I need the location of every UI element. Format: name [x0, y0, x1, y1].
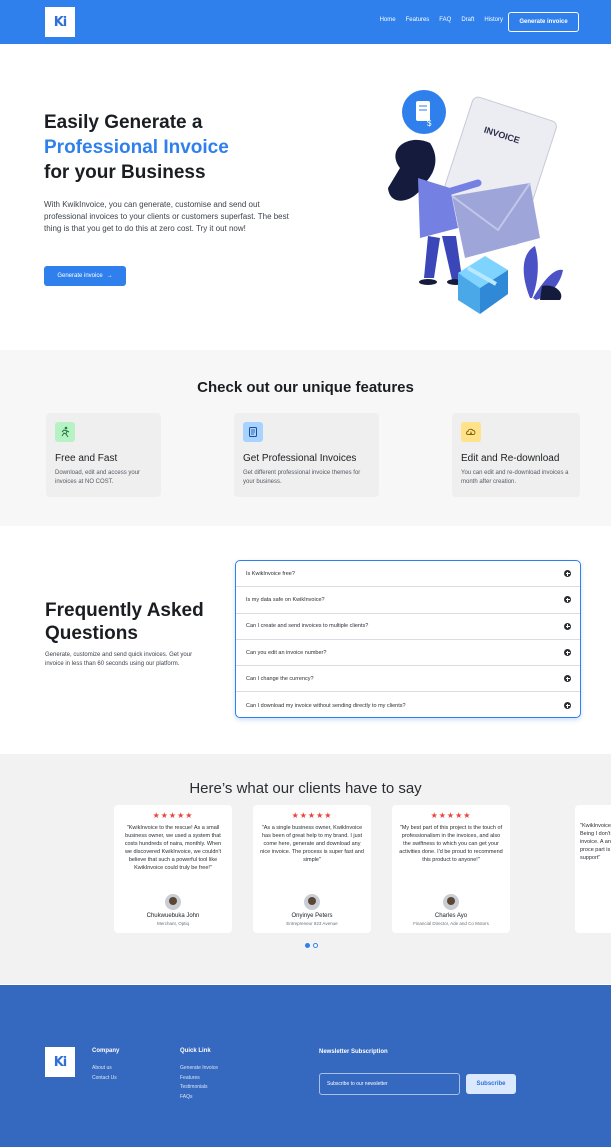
star-rating-icon: ★★★★★	[430, 811, 472, 820]
hero-generate-invoice-button[interactable]: Generate invoice →	[44, 266, 126, 286]
faq-item[interactable]: Can I download my invoice without sendin…	[236, 692, 580, 717]
testimonial-role: Merchant, Optiq	[156, 921, 189, 926]
nav-links: Home Features FAQ Draft History	[380, 17, 503, 23]
testimonial-name: Charles Ayo	[434, 913, 468, 919]
running-person-icon	[55, 422, 75, 442]
footer-link-faqs[interactable]: FAQs	[180, 1094, 218, 1100]
faq-question: Can I change the currency?	[246, 675, 314, 682]
plus-circle-icon[interactable]	[564, 622, 571, 630]
testimonial-role: Entrepreneur 823 Avenue	[286, 921, 338, 926]
features-title: Check out our unique features	[197, 379, 414, 396]
faq-accordion: Is KwikInvoice free? Is my data safe on …	[235, 560, 581, 718]
star-rating-icon: ★★★★★	[152, 811, 194, 820]
nav-link-faq[interactable]: FAQ	[439, 17, 451, 23]
footer-link-testimonials[interactable]: Testimonials	[180, 1084, 218, 1090]
document-icon	[243, 422, 263, 442]
newsletter-email-input[interactable]: Subscribe to our newsletter	[319, 1073, 460, 1095]
carousel-dot-active[interactable]	[305, 943, 310, 948]
feature-card-free-fast: Free and Fast Download, edit and access …	[46, 413, 161, 497]
footer-link-contact[interactable]: Contact Us	[92, 1075, 117, 1081]
hero-description: With KwikInvoice, you can generate, cust…	[44, 200, 289, 233]
avatar	[443, 894, 459, 910]
footer-quick-links: Generate Invoice Features Testimonials F…	[180, 1065, 218, 1100]
hero-title-highlight: Professional Invoice	[44, 137, 229, 158]
footer-logo[interactable]: Ki	[45, 1047, 75, 1077]
logo-text: Ki	[53, 1054, 67, 1070]
feature-card-professional: Get Professional Invoices Get different …	[234, 413, 379, 497]
footer-company-title: Company	[92, 1048, 120, 1054]
plus-circle-icon[interactable]	[564, 675, 571, 683]
invoice-dollar-icon	[416, 101, 430, 121]
nav-generate-invoice-button[interactable]: Generate invoice	[508, 12, 579, 32]
testimonial-name: Chukwuebuka John	[146, 913, 200, 919]
testimonials-section: Here’s what our clients have to say ★★★★…	[0, 754, 611, 984]
carousel-dot[interactable]	[313, 943, 318, 948]
arrow-right-icon: →	[106, 273, 113, 279]
footer-link-about[interactable]: About us	[92, 1065, 117, 1071]
testimonial-quote: "KwikInvoice to the rescue! As a small b…	[124, 825, 222, 871]
feature-description: Get different professional invoice theme…	[243, 470, 361, 485]
footer-quick-title: Quick Link	[180, 1048, 211, 1054]
plus-circle-icon[interactable]	[564, 570, 571, 578]
hero-title-line3: for your Business	[44, 162, 206, 183]
faq-description: Generate, customize and send quick invoi…	[45, 652, 193, 667]
faq-question: Can you edit an invoice number?	[246, 649, 327, 656]
plus-circle-icon[interactable]	[564, 596, 571, 604]
testimonial-quote: "My best part of this project is the tou…	[399, 825, 503, 863]
faq-item[interactable]: Is my data safe on KwikInvoice?	[236, 587, 580, 614]
testimonial-name: Onyinye Peters	[291, 913, 333, 919]
svg-text:$: $	[427, 119, 432, 128]
testimonial-card: ★★★★★ "KwikInvoice to the rescue! As a s…	[114, 805, 232, 933]
star-rating-icon: ★★★★★	[291, 811, 333, 820]
hero-cta-label: Generate invoice	[57, 273, 103, 279]
footer-link-generate[interactable]: Generate Invoice	[180, 1065, 218, 1071]
testimonials-title: Here’s what our clients have to say	[189, 780, 422, 797]
faq-question: Is KwikInvoice free?	[246, 570, 295, 577]
newsletter-title: Newsletter Subscription	[319, 1049, 388, 1055]
faq-question: Is my data safe on KwikInvoice?	[246, 596, 325, 603]
faq-question: Can I download my invoice without sendin…	[246, 702, 406, 709]
footer-link-features[interactable]: Features	[180, 1075, 218, 1081]
nav-link-features[interactable]: Features	[406, 17, 430, 23]
hero-illustration: INVOICE $	[388, 90, 563, 314]
subscribe-button[interactable]: Subscribe	[466, 1074, 516, 1094]
feature-title: Get Professional Invoices	[243, 453, 357, 464]
features-section: Check out our unique features Free and F…	[0, 350, 611, 526]
logo-text: Ki	[53, 14, 67, 30]
feature-card-edit-redownload: Edit and Re-download You can edit and re…	[452, 413, 580, 497]
faq-title: Frequently Asked Questions	[45, 600, 204, 644]
plus-circle-icon[interactable]	[564, 702, 571, 710]
faq-item[interactable]: Is KwikInvoice free?	[236, 561, 580, 588]
kwikinvoice-logo[interactable]: Ki	[45, 7, 75, 37]
faq-item[interactable]: Can I create and send invoices to multip…	[236, 614, 580, 640]
faq-item[interactable]: Can you edit an invoice number?	[236, 640, 580, 667]
footer: Ki Company About us Contact Us Quick Lin…	[0, 985, 611, 1147]
avatar	[165, 894, 181, 910]
avatar	[304, 894, 320, 910]
feature-title: Free and Fast	[55, 453, 118, 464]
feature-description: Download, edit and access your invoices …	[55, 470, 141, 485]
testimonial-role: Financial Director, Ade and Co Motors	[413, 921, 489, 926]
testimonial-card: ★★★★★ "As a single business owner, KwikI…	[253, 805, 371, 933]
hero-title-line1: Easily Generate a	[44, 112, 203, 133]
faq-question: Can I create and send invoices to multip…	[246, 623, 369, 630]
testimonial-card-partial: "KwikInvoice Being I don't h invoice. A …	[575, 805, 611, 933]
top-navbar: Ki Home Features FAQ Draft History Gener…	[0, 0, 611, 44]
nav-link-draft[interactable]: Draft	[461, 17, 474, 23]
testimonial-card: ★★★★★ "My best part of this project is t…	[392, 805, 510, 933]
testimonial-quote: "As a single business owner, KwikInvoice…	[260, 825, 364, 863]
hero-title: Easily Generate a Professional Invoice f…	[44, 110, 229, 185]
plus-circle-icon[interactable]	[564, 649, 571, 657]
nav-link-history[interactable]: History	[484, 17, 503, 23]
cloud-download-icon	[461, 422, 481, 442]
nav-link-home[interactable]: Home	[380, 17, 396, 23]
carousel-pagination	[305, 943, 318, 948]
feature-description: You can edit and re-download invoices a …	[461, 470, 569, 485]
testimonial-quote: "KwikInvoice Being I don't h invoice. A …	[580, 823, 611, 861]
feature-title: Edit and Re-download	[461, 453, 560, 464]
faq-item[interactable]: Can I change the currency?	[236, 666, 580, 693]
footer-company-links: About us Contact Us	[92, 1065, 117, 1081]
